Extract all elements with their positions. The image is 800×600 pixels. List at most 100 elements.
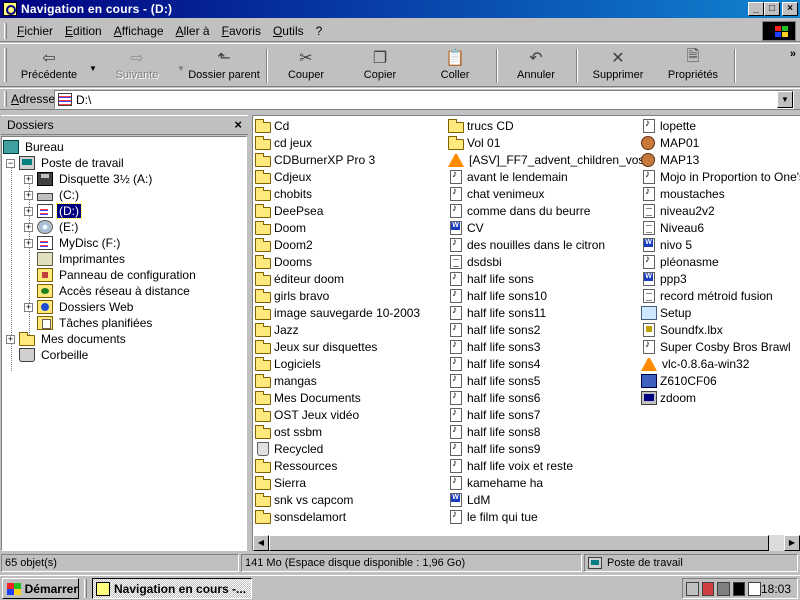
tree-item-taches-planifiees[interactable]: Tâches planifiées [37, 315, 154, 331]
file-item[interactable]: half life sons7 [448, 407, 540, 423]
properties-button[interactable]: 🗎 Propriétés [662, 47, 724, 85]
expand-icon[interactable]: + [24, 238, 33, 248]
file-item[interactable]: comme dans du beurre [448, 203, 590, 219]
menu-edition[interactable]: Edition [59, 24, 108, 38]
tray-computer-icon[interactable] [686, 581, 699, 596]
title-bar[interactable]: Navigation en cours - (D:) _ □ × [0, 0, 800, 18]
expand-icon[interactable]: + [24, 222, 33, 232]
file-item[interactable]: MAP13 [641, 152, 699, 168]
file-item[interactable]: kamehame ha [448, 475, 543, 491]
menu-grip[interactable] [4, 22, 7, 39]
horizontal-scrollbar[interactable]: ◀ ▶ [253, 535, 800, 551]
collapse-icon[interactable]: − [6, 158, 15, 168]
tree-item-c-drive[interactable]: + (C:) [24, 187, 81, 203]
forward-dropdown-icon[interactable]: ▼ [177, 64, 185, 73]
file-item[interactable]: record métroid fusion [641, 288, 773, 304]
file-item[interactable]: half life sons11 [448, 305, 546, 321]
file-item[interactable]: Recycled [255, 441, 323, 457]
file-item[interactable]: chobits [255, 186, 312, 202]
file-item[interactable]: vlc-0.8.6a-win32 [641, 356, 749, 372]
file-item[interactable]: Setup [641, 305, 691, 321]
file-item[interactable]: Super Cosby Bros Brawl [641, 339, 791, 355]
menu-outils[interactable]: Outils [267, 24, 310, 38]
expand-icon[interactable]: + [24, 174, 33, 184]
file-item[interactable]: cd jeux [255, 135, 312, 151]
tray-clock[interactable]: 18:03 [761, 582, 791, 596]
file-item[interactable]: half life sons2 [448, 322, 540, 338]
back-button[interactable]: ⇦ Précédente [14, 47, 84, 85]
file-item[interactable]: chat venimeux [448, 186, 544, 202]
file-item[interactable]: des nouilles dans le citron [448, 237, 605, 253]
taskbar-grip[interactable] [84, 579, 87, 598]
file-item[interactable]: half life sons9 [448, 441, 540, 457]
file-item[interactable]: OST Jeux vidéo [255, 407, 359, 423]
tree-item-disquette[interactable]: + Disquette 3½ (A:) [24, 171, 154, 187]
file-item[interactable]: half life sons10 [448, 288, 547, 304]
tree-item-dossiers-web[interactable]: + Dossiers Web [24, 299, 135, 315]
file-item[interactable]: half life sons4 [448, 356, 540, 372]
file-item[interactable]: ost ssbm [255, 424, 322, 440]
file-item[interactable]: MAP01 [641, 135, 699, 151]
tree-item-imprimantes[interactable]: Imprimantes [37, 251, 127, 267]
close-button[interactable]: × [782, 2, 798, 16]
tree-item-acces-reseau[interactable]: Accès réseau à distance [37, 283, 192, 299]
file-item[interactable]: avant le lendemain [448, 169, 568, 185]
file-item[interactable]: nivo 5 [641, 237, 692, 253]
file-item[interactable]: mangas [255, 373, 317, 389]
tray-app-icon[interactable] [748, 581, 761, 596]
address-input[interactable]: D:\ ▼ [54, 90, 794, 109]
file-item[interactable]: half life sons5 [448, 373, 540, 389]
file-item[interactable]: Ressources [255, 458, 337, 474]
file-item[interactable]: sonsdelamort [255, 509, 346, 525]
file-item[interactable]: Niveau6 [641, 220, 704, 236]
file-item[interactable]: ppp3 [641, 271, 687, 287]
expand-icon[interactable]: + [24, 190, 33, 200]
toolbar-grip[interactable] [4, 48, 7, 82]
file-item[interactable]: Jeux sur disquettes [255, 339, 377, 355]
tree-item-d-drive[interactable]: + (D:) [24, 203, 82, 219]
file-item[interactable]: zdoom [641, 390, 696, 406]
file-item[interactable]: Jazz [255, 322, 299, 338]
file-item[interactable]: half life voix et reste [448, 458, 573, 474]
file-item[interactable]: dsdsbi [448, 254, 502, 270]
file-item[interactable]: girls bravo [255, 288, 329, 304]
expand-icon[interactable]: + [24, 302, 33, 312]
file-item[interactable]: CV [448, 220, 484, 236]
tree-item-panneau-configuration[interactable]: Panneau de configuration [37, 267, 198, 283]
file-item[interactable]: CDBurnerXP Pro 3 [255, 152, 375, 168]
forward-button[interactable]: ⇨ Suivante [104, 47, 170, 85]
file-item[interactable]: Mes Documents [255, 390, 361, 406]
file-item[interactable]: Sierra [255, 475, 306, 491]
taskbar-window-button[interactable]: Navigation en cours -... [92, 578, 252, 599]
file-item[interactable]: trucs CD [448, 118, 514, 134]
expand-icon[interactable]: + [24, 206, 33, 216]
back-dropdown-icon[interactable]: ▼ [89, 64, 97, 73]
file-item[interactable]: half life sons [448, 271, 534, 287]
file-item[interactable]: image sauvegarde 10-2003 [255, 305, 420, 321]
file-item[interactable]: niveau2v2 [641, 203, 715, 219]
tree-item-mydisc[interactable]: + MyDisc (F:) [24, 235, 122, 251]
file-item[interactable]: Cdjeux [255, 169, 311, 185]
file-item[interactable]: LdM [448, 492, 490, 508]
expand-icon[interactable]: + [6, 334, 15, 344]
tray-network-icon[interactable] [717, 581, 730, 596]
file-item[interactable]: [ASV]_FF7_advent_children_vostfr [448, 152, 655, 168]
tray-speaker-icon[interactable] [732, 581, 746, 596]
copy-button[interactable]: ❐ Copier [350, 47, 410, 85]
maximize-button[interactable]: □ [764, 2, 780, 16]
file-item[interactable]: pléonasme [641, 254, 719, 270]
undo-button[interactable]: ↶ Annuler [506, 47, 566, 85]
file-item[interactable]: le film qui tue [448, 509, 538, 525]
menu-fichier[interactable]: Fichier [11, 24, 59, 38]
menu-aller-a[interactable]: Aller à [170, 24, 216, 38]
file-item[interactable]: half life sons3 [448, 339, 540, 355]
file-item[interactable]: Doom [255, 220, 306, 236]
menu-help[interactable]: ? [310, 24, 329, 38]
file-item[interactable]: Cd [255, 118, 289, 134]
file-item[interactable]: Logiciels [255, 356, 321, 372]
tree-item-bureau[interactable]: Bureau [3, 139, 66, 155]
delete-button[interactable]: ✕ Supprimer [586, 47, 650, 85]
file-item[interactable]: éditeur doom [255, 271, 344, 287]
file-item[interactable]: half life sons8 [448, 424, 540, 440]
paste-button[interactable]: 📋 Coller [425, 47, 485, 85]
